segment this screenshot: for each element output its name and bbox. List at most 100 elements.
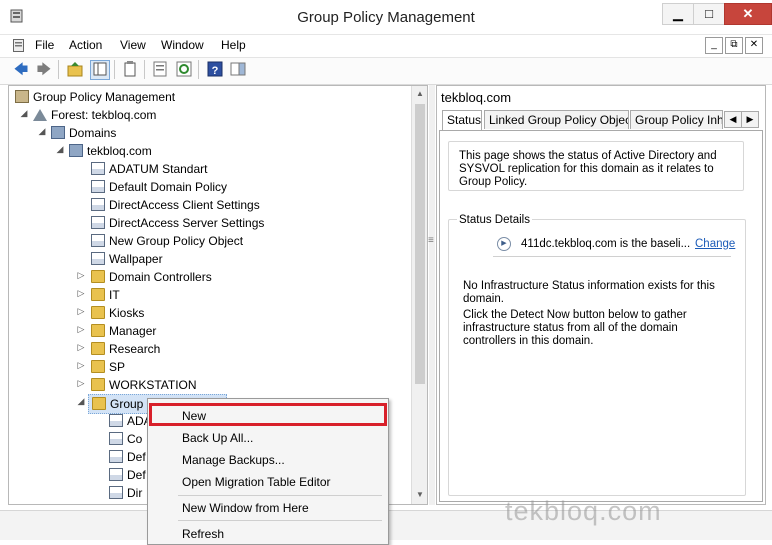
window-title: Group Policy Management [297,9,475,26]
tree-gpo[interactable]: Dir [109,484,142,502]
tree-ou[interactable]: Manager [91,322,156,340]
toolbar-separator [144,60,145,79]
minimize-button[interactable]: ▁ [662,3,694,25]
svg-text:?: ? [212,65,219,77]
tree-scrollbar[interactable]: ▲ ▼ [411,86,427,504]
ou-folder-icon [91,342,105,355]
tree-ou[interactable]: IT [91,286,120,304]
menu-help[interactable]: Help [221,38,246,52]
tab-gp-inheritance[interactable]: Group Policy Inher [630,110,723,129]
gpo-icon [109,468,123,481]
expand-arrow-icon[interactable]: ◢ [55,144,65,155]
context-menu-new-window[interactable]: New Window from Here [182,501,309,515]
tree-node-label: WORKSTATION [109,378,197,392]
ou-folder-icon [91,288,105,301]
menu-window[interactable]: Window [161,38,204,52]
tree-node-label: Domains [69,126,117,140]
gpo-link-icon [91,162,105,175]
tab-scroll-right-icon[interactable]: ▶ [741,111,759,128]
tree-node-label: Forest: tekbloq.com [51,108,157,122]
help-icon[interactable]: ? [206,60,224,78]
tab-linked-gpos[interactable]: Linked Group Policy Objects [484,110,629,129]
context-menu-manage-backups[interactable]: Manage Backups... [182,453,285,467]
tree-node-forest[interactable]: Forest: tekbloq.com [33,106,156,124]
action-pane-icon[interactable] [229,60,247,78]
tab-status[interactable]: Status [442,110,482,130]
tree-ou[interactable]: Domain Controllers [91,268,212,286]
refresh-icon[interactable] [175,60,193,78]
collapse-arrow-icon[interactable]: ▷ [76,270,86,281]
menu-view[interactable]: View [120,38,146,52]
scroll-down-arrow-icon[interactable]: ▼ [412,490,427,499]
pane-splitter[interactable]: ≡ [428,85,435,505]
dc-baseline-text: 411dc.tekbloq.com is the baseli... [521,238,691,250]
tree-ou[interactable]: Research [91,340,160,358]
ou-folder-icon [91,360,105,373]
expand-circle-icon[interactable]: ▶ [497,237,511,251]
tab-scroll-left-icon[interactable]: ◀ [724,111,742,128]
title-bar: Group Policy Management [0,0,772,35]
gpo-icon [109,486,123,499]
tree-gpo-link[interactable]: DirectAccess Server Settings [91,214,264,232]
tree-node-domain[interactable]: tekbloq.com [69,142,152,160]
restore-button[interactable]: □ [693,3,725,25]
close-button[interactable]: ✕ [724,3,772,25]
menu-action[interactable]: Action [69,38,102,52]
tree-ou[interactable]: Kiosks [91,304,144,322]
ou-folder-icon [91,270,105,283]
tree-gpo-link[interactable]: DirectAccess Client Settings [91,196,260,214]
divider [493,256,731,257]
domain-icon [69,144,83,157]
mdi-restore-button[interactable]: ⧉ [725,37,743,54]
tree-node-root[interactable]: Group Policy Management [15,88,175,106]
collapse-arrow-icon[interactable]: ▷ [76,288,86,299]
tree-gpo-link[interactable]: New Group Policy Object [91,232,243,250]
tree-ou[interactable]: WORKSTATION [91,376,197,394]
collapse-arrow-icon[interactable]: ▷ [76,360,86,371]
change-link[interactable]: Change [695,238,735,251]
menu-file[interactable]: File [35,38,54,52]
ou-folder-icon [91,306,105,319]
context-menu-open-migration-table-editor[interactable]: Open Migration Table Editor [182,475,331,489]
expand-arrow-icon[interactable]: ◢ [19,108,29,119]
scroll-thumb[interactable] [415,104,425,384]
mdi-minimize-button[interactable]: _ [705,37,723,54]
tree-node-label: Domain Controllers [109,270,212,284]
collapse-arrow-icon[interactable]: ▷ [76,306,86,317]
tree-gpo[interactable]: ADA [109,412,152,430]
tree-gpo-link[interactable]: ADATUM Standart [91,160,207,178]
mdi-close-button[interactable]: ✕ [745,37,763,54]
collapse-arrow-icon[interactable]: ▷ [76,342,86,353]
collapse-arrow-icon[interactable]: ▷ [76,378,86,389]
tree-gpo-link[interactable]: Wallpaper [91,250,163,268]
gpo-link-icon [91,234,105,247]
forest-icon [33,109,47,121]
toolbar-separator [198,60,199,79]
tree-node-label: Wallpaper [109,252,163,266]
expand-arrow-icon[interactable]: ◢ [37,126,47,137]
scroll-up-arrow-icon[interactable]: ▲ [412,89,427,98]
tree-node-label: New Group Policy Object [109,234,244,248]
tree-ou[interactable]: SP [91,358,125,376]
clipboard-icon[interactable] [121,60,139,78]
tree-node-label: Research [109,342,161,356]
forward-arrow-icon[interactable]: 🡆 [35,60,53,78]
tree-node-label: DirectAccess Client Settings [109,198,260,212]
show-hide-tree-icon[interactable] [90,60,110,80]
tree-node-label: Kiosks [109,306,145,320]
context-menu-back-up-all[interactable]: Back Up All... [182,431,253,445]
gpo-icon [109,432,123,445]
back-arrow-icon[interactable]: 🡄 [12,60,30,78]
tree-node-domains[interactable]: Domains [51,124,116,142]
tree-node-label: Default Domain Policy [109,180,228,194]
tree-gpo[interactable]: Co [109,430,142,448]
tree-gpo[interactable]: Def [109,466,146,484]
up-folder-icon[interactable] [66,60,84,78]
collapse-arrow-icon[interactable]: ▷ [76,324,86,335]
tree-gpo[interactable]: Def [109,448,146,466]
properties-icon[interactable] [151,60,169,78]
tree-node-label: Manager [109,324,157,338]
tree-node-label: Co [127,432,143,446]
tree-gpo-link[interactable]: Default Domain Policy [91,178,227,196]
expand-arrow-icon[interactable]: ◢ [76,396,86,407]
